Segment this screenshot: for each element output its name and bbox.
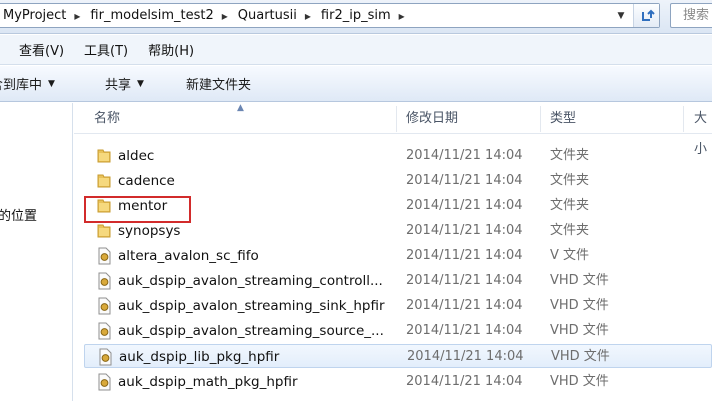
file-type: V 文件 xyxy=(550,248,590,263)
file-type: 文件夹 xyxy=(550,198,590,213)
file-date: 2014/11/21 14:04 xyxy=(406,223,523,238)
folder-icon xyxy=(97,174,111,188)
file-date: 2014/11/21 14:04 xyxy=(407,349,524,364)
address-bar-row: MyProject ▸ fir_modelsim_test2 ▸ Quartusii… xyxy=(0,0,712,34)
file-date: 2014/11/21 14:04 xyxy=(406,323,523,338)
breadcrumb-myproject[interactable]: MyProject ▸ xyxy=(0,4,84,27)
share-label: 共享 xyxy=(105,78,132,93)
file-row[interactable]: cadence 2014/11/21 14:04 文件夹 xyxy=(84,169,712,193)
menu-tools[interactable]: 工具(T) xyxy=(74,40,138,59)
file-type: VHD 文件 xyxy=(551,349,610,364)
command-toolbar: 含到库中 ▼ 共享 ▼ 新建文件夹 xyxy=(0,66,712,102)
chevron-right-icon[interactable]: ▸ xyxy=(74,9,80,23)
file-row[interactable]: altera_avalon_sc_fifo 2014/11/21 14:04 V… xyxy=(84,244,712,268)
file-icon xyxy=(98,247,111,265)
new-folder-label: 新建文件夹 xyxy=(186,78,252,93)
menu-view[interactable]: 查看(V) xyxy=(0,40,74,59)
new-folder-button[interactable]: 新建文件夹 xyxy=(186,66,251,101)
file-row[interactable]: auk_dspip_avalon_streaming_sink_hpfir 20… xyxy=(84,294,712,318)
breadcrumb-label: fir2_ip_sim xyxy=(320,8,391,23)
menu-bar: 查看(V) 工具(T) 帮助(H) xyxy=(0,35,712,65)
file-type: VHD 文件 xyxy=(550,374,609,389)
file-name: auk_dspip_math_pkg_hpfir xyxy=(118,374,298,390)
file-date: 2014/11/21 14:04 xyxy=(406,248,523,263)
file-row[interactable]: aldec 2014/11/21 14:04 文件夹 xyxy=(84,144,712,168)
file-date: 2014/11/21 14:04 xyxy=(406,273,523,288)
file-date: 2014/11/21 14:04 xyxy=(406,198,523,213)
menu-help[interactable]: 帮助(H) xyxy=(138,40,204,59)
address-bar[interactable]: MyProject ▸ fir_modelsim_test2 ▸ Quartusii… xyxy=(0,3,660,28)
include-in-library-button[interactable]: 含到库中 ▼ xyxy=(0,66,55,101)
breadcrumb-fir-modelsim-test2[interactable]: fir_modelsim_test2 ▸ xyxy=(84,4,231,27)
search-input[interactable]: 搜索 xyxy=(670,3,712,28)
breadcrumb-label: Quartusii xyxy=(237,8,297,23)
breadcrumb-quartusii[interactable]: Quartusii ▸ xyxy=(232,4,315,27)
column-divider[interactable] xyxy=(540,106,541,132)
file-icon xyxy=(98,322,111,340)
column-header-size[interactable]: 大小 xyxy=(694,103,712,157)
caret-down-icon: ▼ xyxy=(48,78,55,89)
refresh-button[interactable] xyxy=(633,4,659,27)
column-divider[interactable] xyxy=(683,106,684,132)
share-button[interactable]: 共享 ▼ xyxy=(105,66,144,101)
file-date: 2014/11/21 14:04 xyxy=(406,148,523,163)
file-date: 2014/11/21 14:04 xyxy=(406,173,523,188)
file-row[interactable]: auk_dspip_avalon_streaming_source_... 20… xyxy=(84,319,712,343)
file-name: auk_dspip_lib_pkg_hpfir xyxy=(119,349,280,365)
file-type: 文件夹 xyxy=(550,148,590,163)
file-date: 2014/11/21 14:04 xyxy=(406,298,523,313)
nav-item-locations[interactable]: 的位置 xyxy=(0,205,37,224)
folder-icon xyxy=(97,149,111,163)
folder-icon xyxy=(97,224,111,238)
file-type: VHD 文件 xyxy=(550,273,609,288)
breadcrumb-label: MyProject xyxy=(3,8,67,23)
refresh-icon xyxy=(641,9,655,21)
file-list: aldec 2014/11/21 14:04 文件夹 cadence 2014/… xyxy=(74,134,712,401)
column-header-name[interactable]: 名称 xyxy=(94,103,120,134)
column-header-row: ▲ 名称 修改日期 类型 大小 xyxy=(74,103,712,157)
column-header-type[interactable]: 类型 xyxy=(550,103,576,134)
chevron-right-icon[interactable]: ▸ xyxy=(399,9,405,23)
file-name: altera_avalon_sc_fifo xyxy=(118,248,259,264)
address-dropdown-icon[interactable]: ▼ xyxy=(613,4,629,27)
breadcrumb-label: fir_modelsim_test2 xyxy=(90,8,214,23)
column-divider[interactable] xyxy=(396,106,397,132)
file-name: aldec xyxy=(118,148,155,164)
file-type: 文件夹 xyxy=(550,173,590,188)
file-row[interactable]: auk_dspip_math_pkg_hpfir 2014/11/21 14:0… xyxy=(84,370,712,394)
caret-down-icon: ▼ xyxy=(137,78,144,89)
sort-ascending-icon: ▲ xyxy=(237,103,244,113)
column-header-modified[interactable]: 修改日期 xyxy=(406,103,458,134)
file-name: auk_dspip_avalon_streaming_controll... xyxy=(118,273,383,289)
file-row[interactable]: auk_dspip_avalon_streaming_controll... 2… xyxy=(84,269,712,293)
file-date: 2014/11/21 14:04 xyxy=(406,374,523,389)
file-type: VHD 文件 xyxy=(550,298,609,313)
breadcrumb-fir2-ip-sim[interactable]: fir2_ip_sim ▸ xyxy=(315,4,409,27)
include-in-library-label: 含到库中 xyxy=(0,78,43,93)
navigation-pane: 的位置 xyxy=(0,103,73,401)
file-name: auk_dspip_avalon_streaming_source_... xyxy=(118,323,384,339)
chevron-right-icon[interactable]: ▸ xyxy=(305,9,311,23)
file-name: auk_dspip_avalon_streaming_sink_hpfir xyxy=(118,298,385,314)
file-icon xyxy=(98,272,111,290)
file-name: cadence xyxy=(118,173,175,189)
file-type: VHD 文件 xyxy=(550,323,609,338)
file-icon xyxy=(98,373,111,391)
file-icon xyxy=(98,297,111,315)
highlight-box xyxy=(84,196,191,223)
file-row-selected[interactable]: auk_dspip_lib_pkg_hpfir 2014/11/21 14:04… xyxy=(84,344,712,368)
file-type: 文件夹 xyxy=(550,223,590,238)
chevron-right-icon[interactable]: ▸ xyxy=(222,9,228,23)
file-icon xyxy=(99,348,112,366)
